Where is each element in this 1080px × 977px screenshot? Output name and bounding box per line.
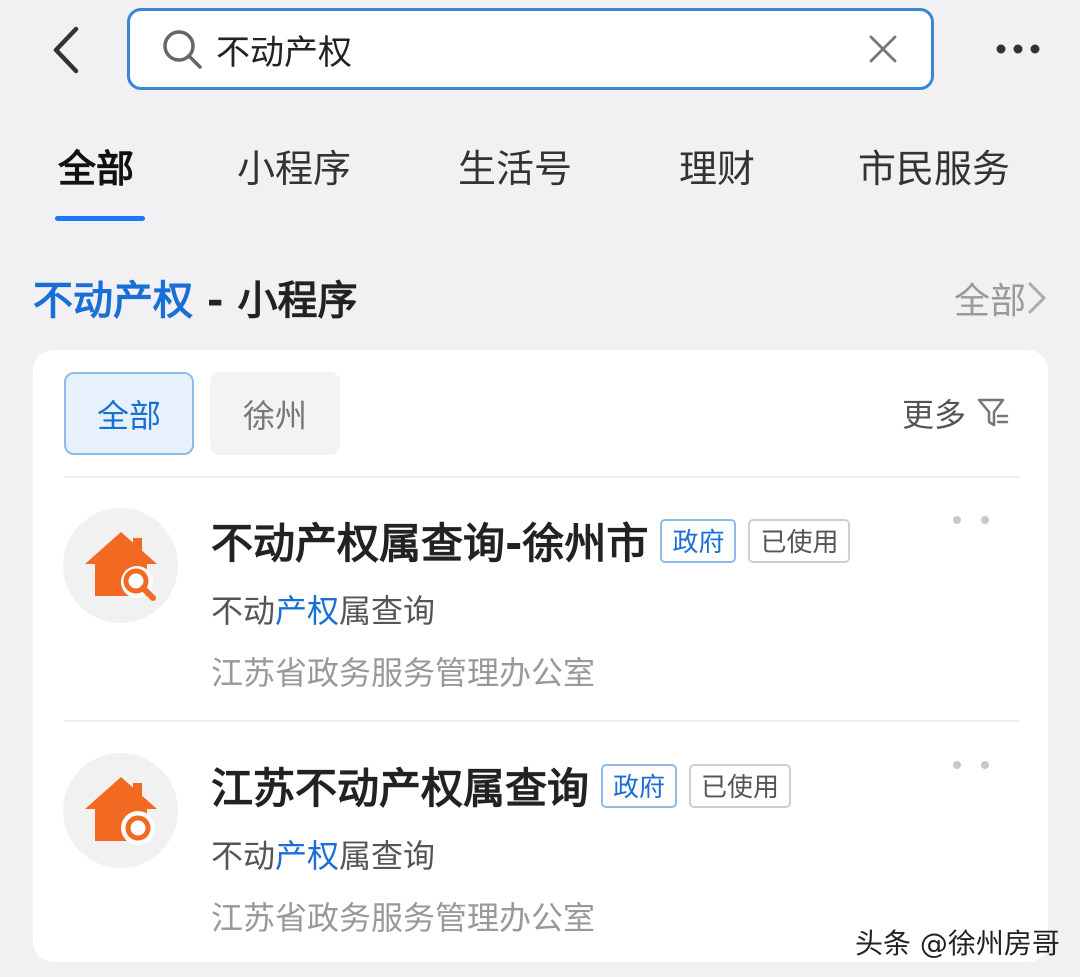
result-item-jiangsu-property-query[interactable]: 江苏不动产权属查询 政府 已使用 不动产权属查询 江苏省政务服务管理办公室: [33, 723, 1048, 943]
result-title-row: 不动产权属查询-徐州市 政府 已使用: [211, 510, 851, 571]
subtitle-highlight: 产权: [275, 592, 340, 630]
filter-more-label: 更多: [901, 396, 966, 434]
tab-citizen-services[interactable]: 市民服务: [858, 138, 1010, 193]
result-subtitle: 不动产权属查询: [211, 831, 435, 877]
tab-all[interactable]: 全部: [58, 138, 134, 193]
subtitle-suffix: 属查询: [339, 592, 436, 630]
chevron-left-icon: [53, 26, 79, 74]
house-search-icon: [63, 508, 178, 623]
government-badge: 政府: [601, 763, 678, 808]
top-bar: [0, 0, 1080, 100]
section-all-link[interactable]: 全部: [954, 272, 1048, 324]
result-organization: 江苏省政务服务管理办公室: [211, 899, 596, 937]
result-menu-icon[interactable]: [953, 510, 989, 530]
result-item-xuzhou-property-query[interactable]: 不动产权属查询-徐州市 政府 已使用 不动产权属查询 江苏省政务服务管理办公室: [33, 478, 1048, 698]
subtitle-highlight: 产权: [275, 837, 340, 875]
result-title: 不动产权属查询-徐州市: [211, 519, 649, 568]
subtitle-prefix: 不动: [211, 837, 276, 875]
category-tabs: 全部 小程序 生活号 理财 市民服务: [0, 128, 1080, 223]
more-options-button[interactable]: [990, 25, 1046, 73]
tab-mini-programs[interactable]: 小程序: [237, 138, 351, 193]
subtitle-suffix: 属查询: [339, 837, 436, 875]
used-badge: 已使用: [748, 518, 851, 563]
section-all-label: 全部: [953, 281, 1026, 322]
result-organization: 江苏省政务服务管理办公室: [211, 654, 596, 692]
house-ring-icon: [63, 753, 178, 868]
results-card: 全部 徐州 更多 不动产权属查询-徐州市 政府 已使用 不动产权属查询 江苏省政…: [33, 350, 1048, 962]
section-suffix: - 小程序: [193, 278, 358, 324]
watermark-text: 头条 @徐州房哥: [855, 927, 1060, 960]
clear-button[interactable]: [853, 19, 913, 79]
back-button[interactable]: [40, 20, 90, 80]
chevron-right-icon: [1028, 282, 1046, 314]
filter-chip-all[interactable]: 全部: [64, 372, 194, 455]
divider: [64, 720, 1019, 722]
result-menu-icon[interactable]: [953, 755, 989, 775]
result-title-row: 江苏不动产权属查询 政府 已使用: [211, 755, 792, 816]
search-box[interactable]: [127, 8, 934, 90]
used-badge: 已使用: [689, 763, 792, 808]
filter-chip-xuzhou[interactable]: 徐州: [210, 372, 340, 455]
tab-life-accounts[interactable]: 生活号: [458, 138, 572, 193]
subtitle-prefix: 不动: [211, 592, 276, 630]
more-dots-icon: [996, 44, 1040, 54]
filter-more-button[interactable]: 更多: [902, 390, 1010, 436]
search-input[interactable]: [216, 19, 853, 79]
section-keyword: 不动产权: [33, 278, 193, 324]
result-title: 江苏不动产权属查询: [211, 764, 590, 813]
active-tab-indicator: [55, 216, 145, 221]
section-title: 不动产权 - 小程序: [33, 268, 357, 326]
result-subtitle: 不动产权属查询: [211, 586, 435, 632]
close-icon: [869, 35, 897, 63]
tab-finance[interactable]: 理财: [679, 138, 755, 193]
government-badge: 政府: [660, 518, 737, 563]
section-header: 不动产权 - 小程序 全部: [33, 268, 1048, 328]
filter-icon: [977, 398, 1009, 427]
search-icon: [160, 27, 204, 71]
